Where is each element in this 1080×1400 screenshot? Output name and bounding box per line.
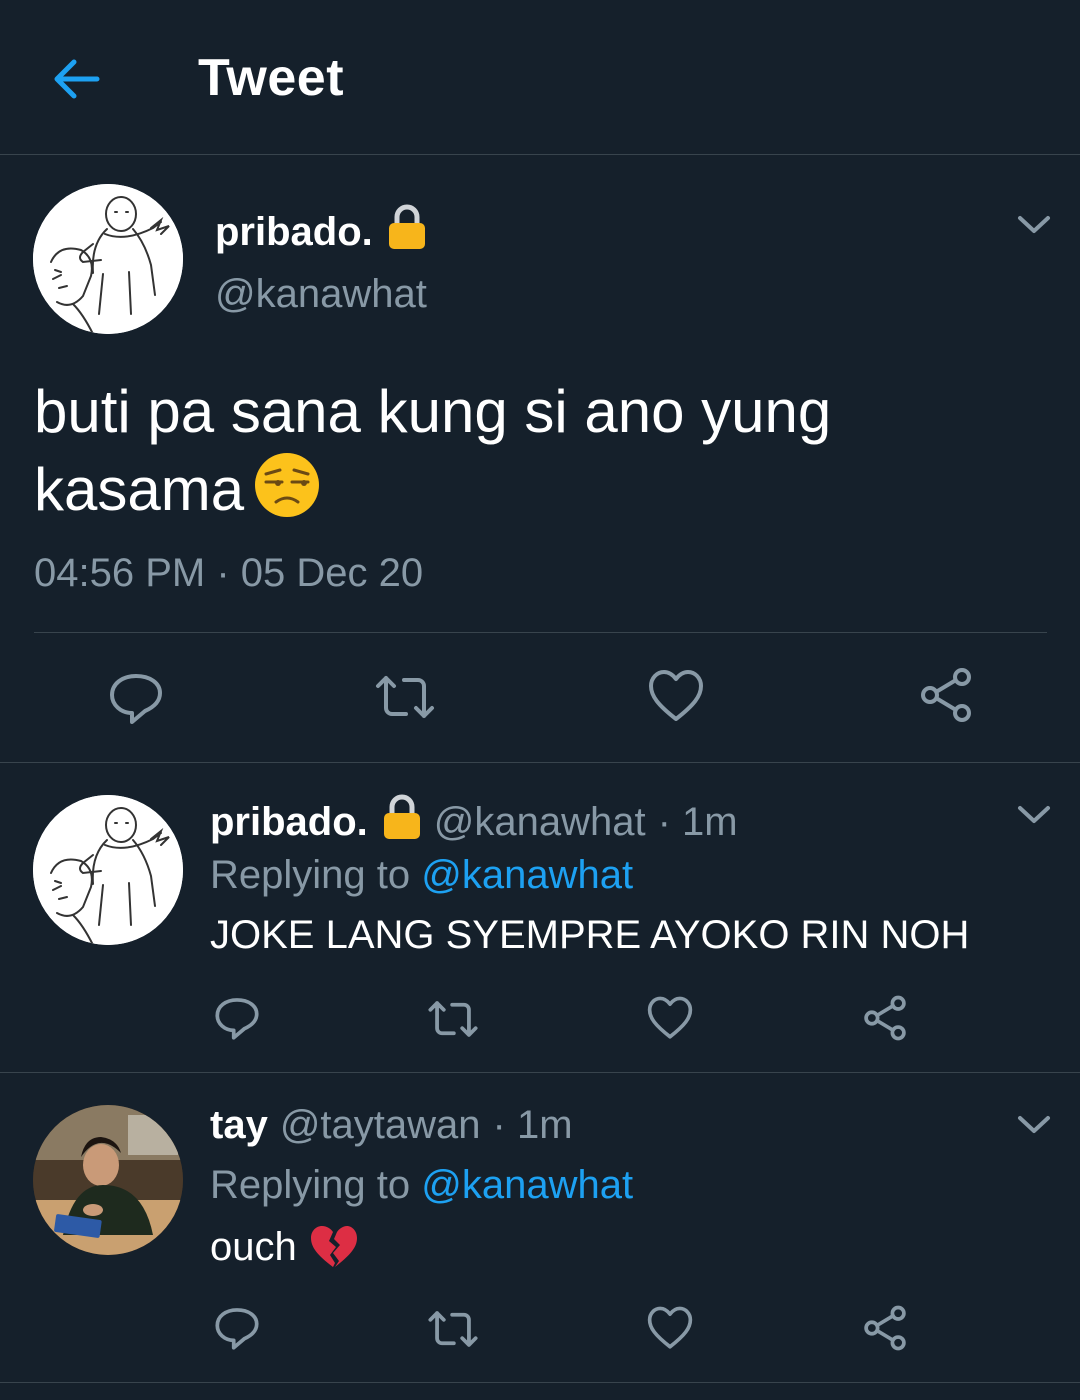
- share-button[interactable]: [918, 667, 974, 728]
- tweet-text-content: buti pa sana kung si ano yung kasama: [34, 378, 832, 523]
- author-name[interactable]: pribado.: [215, 203, 427, 261]
- reply-icon: [215, 1308, 259, 1350]
- avatar-drawing: [33, 184, 183, 334]
- avatar-drawing: [33, 795, 183, 945]
- tweet-timestamp: 04:56 PM · 05 Dec 20: [34, 551, 424, 595]
- author-name[interactable]: pribado.: [210, 800, 368, 845]
- retweet-button[interactable]: [427, 1308, 479, 1355]
- like-button[interactable]: [648, 669, 704, 728]
- chevron-down-icon[interactable]: [1014, 205, 1054, 245]
- reply-time: · 1m: [657, 799, 738, 844]
- reply-text: ouch: [210, 1223, 357, 1271]
- replying-label: Replying to: [210, 853, 411, 897]
- share-icon: [864, 1305, 906, 1351]
- share-icon: [864, 995, 906, 1041]
- share-icon: [921, 668, 971, 722]
- share-button[interactable]: [862, 1305, 908, 1356]
- replying-to: Replying to @kanawhat: [210, 853, 633, 898]
- mention-link[interactable]: @kanawhat: [421, 853, 633, 897]
- reply-button[interactable]: [214, 1305, 260, 1356]
- reply-text-content: ouch: [210, 1224, 297, 1269]
- reply-button[interactable]: [214, 995, 260, 1046]
- share-button[interactable]: [862, 995, 908, 1046]
- retweet-button[interactable]: [374, 672, 436, 727]
- author-handle[interactable]: @kanawhat: [215, 272, 427, 317]
- tweet-text: buti pa sana kung si ano yung kasama: [34, 373, 1034, 529]
- replying-label: Replying to: [210, 1163, 411, 1207]
- broken-heart-emoji: [309, 1223, 357, 1271]
- reply-header: tay @taytawan · 1m: [210, 1103, 573, 1148]
- author-handle[interactable]: @taytawan: [280, 1103, 481, 1148]
- reply-text: JOKE LANG SYEMPRE AYOKO RIN NOH: [210, 913, 970, 957]
- reply-icon: [215, 998, 259, 1040]
- page-title: Tweet: [198, 49, 345, 107]
- top-bar: Tweet: [0, 0, 1080, 155]
- back-button[interactable]: [50, 52, 104, 106]
- like-button[interactable]: [647, 1306, 693, 1355]
- reply-time: · 1m: [492, 1103, 573, 1147]
- lock-icon: [387, 203, 427, 261]
- main-tweet: pribado. @kanawhat buti pa sana kung si …: [0, 155, 1080, 763]
- author-handle[interactable]: @kanawhat: [434, 800, 646, 845]
- retweet-button[interactable]: [427, 998, 479, 1045]
- reply-tweet[interactable]: pribado. @kanawhat · 1m Replying to @kan…: [0, 763, 1080, 1073]
- reply-icon: [110, 674, 162, 724]
- avatar-photo: [33, 1105, 183, 1255]
- like-button[interactable]: [647, 996, 693, 1045]
- avatar[interactable]: [33, 184, 183, 334]
- replying-to: Replying to @kanawhat: [210, 1163, 633, 1208]
- reply-button[interactable]: [108, 670, 164, 731]
- chevron-down-icon[interactable]: [1014, 1105, 1054, 1145]
- retweet-icon: [428, 1001, 478, 1037]
- reply-tweet[interactable]: tay @taytawan · 1m Replying to @kanawhat…: [0, 1073, 1080, 1383]
- mention-link[interactable]: @kanawhat: [421, 1163, 633, 1207]
- heart-icon: [649, 670, 703, 721]
- arrow-left-icon: [54, 59, 100, 99]
- avatar[interactable]: [33, 1105, 183, 1255]
- retweet-icon: [376, 676, 434, 718]
- lock-icon: [382, 793, 422, 851]
- retweet-icon: [428, 1311, 478, 1347]
- divider: [34, 632, 1047, 633]
- unamused-face-emoji: [254, 452, 320, 518]
- avatar[interactable]: [33, 795, 183, 945]
- author-name-text: pribado.: [215, 209, 373, 254]
- heart-icon: [647, 1306, 693, 1349]
- heart-icon: [647, 996, 693, 1039]
- author-name[interactable]: tay: [210, 1103, 268, 1148]
- chevron-down-icon[interactable]: [1014, 795, 1054, 835]
- reply-header: pribado. @kanawhat · 1m: [210, 793, 738, 851]
